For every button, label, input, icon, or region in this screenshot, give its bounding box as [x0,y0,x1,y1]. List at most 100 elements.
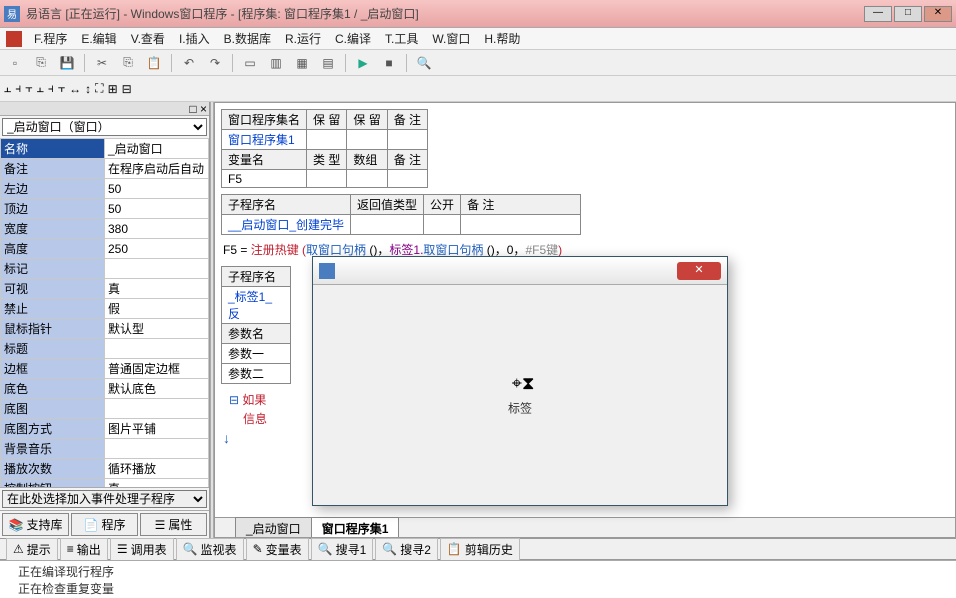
panel-close-icon[interactable]: □ × [189,102,207,116]
tab-hint[interactable]: ⚠ 提示 [6,538,58,561]
tab-search1[interactable]: 🔍 搜寻1 [311,538,374,561]
same-height-icon[interactable]: ↕ [85,82,91,96]
prop-value[interactable]: 50 [105,199,209,219]
save-icon[interactable]: 💾 [56,53,78,73]
tab-clip-history[interactable]: 📋 剪辑历史 [440,538,520,561]
tab-output[interactable]: ≡ 输出 [60,538,108,561]
prop-name[interactable]: 底图 [1,399,105,419]
prop-value[interactable]: 循环播放 [105,459,209,479]
prop-name[interactable]: 标题 [1,339,105,359]
menu-window[interactable]: W.窗口 [426,28,476,49]
prop-value[interactable]: 普通固定边框 [105,359,209,379]
prop-value[interactable]: 图片平铺 [105,419,209,439]
event-selector[interactable]: 在此处选择加入事件处理子程序 [2,490,207,508]
align-middle-icon[interactable]: ⫞ [48,81,54,96]
prop-name[interactable]: 背景音乐 [1,439,105,459]
prop-value[interactable]: 380 [105,219,209,239]
prop-value[interactable]: 假 [105,299,209,319]
prop-value[interactable]: 默认底色 [105,379,209,399]
copy-icon[interactable]: ⎘ [117,53,139,73]
running-window-titlebar[interactable]: ✕ [313,257,727,285]
prop-name[interactable]: 宽度 [1,219,105,239]
prop-name[interactable]: 播放次数 [1,459,105,479]
prop-value[interactable]: 在程序启动后自动 [105,159,209,179]
center-h-icon[interactable]: ⊞ [108,82,118,96]
center-v-icon[interactable]: ⊟ [122,82,132,96]
open-icon[interactable]: ⎘ [30,53,52,73]
prop-value[interactable]: 默认型 [105,319,209,339]
app-icon-small [6,31,22,47]
align-center-icon[interactable]: ⫞ [15,81,21,96]
tab-assembly1[interactable]: 窗口程序集1 [311,517,400,539]
layout3-icon[interactable]: ▦ [291,53,313,73]
running-window-close-button[interactable]: ✕ [677,262,721,280]
tab-calltable[interactable]: ☰ 调用表 [110,538,174,561]
menu-tools[interactable]: T.工具 [379,28,424,49]
same-width-icon[interactable]: ↔ [69,82,81,96]
menu-program[interactable]: F.程序 [28,28,73,49]
prop-name[interactable]: 底色 [1,379,105,399]
align-right-icon[interactable]: ⫟ [25,81,32,96]
tab-program[interactable]: 📄 程序 [71,513,138,536]
prop-name[interactable]: 可视 [1,279,105,299]
stop-icon[interactable]: ■ [378,53,400,73]
prop-name[interactable]: 顶边 [1,199,105,219]
prop-value[interactable]: 真 [105,479,209,488]
prop-name[interactable]: 备注 [1,159,105,179]
prop-name[interactable]: 禁止 [1,299,105,319]
tab-properties[interactable]: ☰ 属性 [140,513,207,536]
layout2-icon[interactable]: ▥ [265,53,287,73]
prop-name[interactable]: 名称 [1,139,105,159]
menu-database[interactable]: B.数据库 [218,28,277,49]
prop-value[interactable] [105,439,209,459]
prop-name[interactable]: 高度 [1,239,105,259]
prop-name[interactable]: 鼠标指针 [1,319,105,339]
tab-search2[interactable]: 🔍 搜寻2 [375,538,438,561]
toolbar-main: ▫ ⎘ 💾 ✂ ⎘ 📋 ↶ ↷ ▭ ▥ ▦ ▤ ▶ ■ 🔍 [0,50,956,76]
run-icon[interactable]: ▶ [352,53,374,73]
menu-compile[interactable]: C.编译 [329,28,377,49]
prop-name[interactable]: 左边 [1,179,105,199]
minimize-button[interactable]: — [864,6,892,22]
align-bottom-icon[interactable]: ⫟ [58,81,65,96]
running-window-icon [319,263,335,279]
running-window[interactable]: ✕ ⌖⧗ 标签 [312,256,728,506]
cut-icon[interactable]: ✂ [91,53,113,73]
prop-value[interactable] [105,339,209,359]
property-grid[interactable]: 名称_启动窗口备注在程序启动后自动左边50顶边50宽度380高度250标记可视真… [0,138,209,487]
align-top-icon[interactable]: ⫠ [37,81,44,96]
close-button[interactable]: ✕ [924,6,952,22]
prop-value[interactable] [105,259,209,279]
tab-vars[interactable]: ✎ 变量表 [246,538,309,561]
menu-view[interactable]: V.查看 [125,28,171,49]
prop-value[interactable]: 50 [105,179,209,199]
menu-run[interactable]: R.运行 [279,28,327,49]
new-icon[interactable]: ▫ [4,53,26,73]
prop-name[interactable]: 标记 [1,259,105,279]
prop-name[interactable]: 底图方式 [1,419,105,439]
object-selector[interactable]: _启动窗口（窗口） [2,118,207,136]
property-panel: □ × _启动窗口（窗口） 名称_启动窗口备注在程序启动后自动左边50顶边50宽… [0,102,210,538]
prop-value[interactable]: 250 [105,239,209,259]
menu-edit[interactable]: E.编辑 [75,28,122,49]
layout4-icon[interactable]: ▤ [317,53,339,73]
layout1-icon[interactable]: ▭ [239,53,261,73]
undo-icon[interactable]: ↶ [178,53,200,73]
prop-value[interactable]: 真 [105,279,209,299]
prop-name[interactable]: 边框 [1,359,105,379]
editor-tabs: _启动窗口 窗口程序集1 [215,517,955,537]
maximize-button[interactable]: □ [894,6,922,22]
redo-icon[interactable]: ↷ [204,53,226,73]
tab-support-lib[interactable]: 📚 支持库 [2,513,69,536]
find-icon[interactable]: 🔍 [413,53,435,73]
menu-help[interactable]: H.帮助 [478,28,526,49]
menu-insert[interactable]: I.插入 [173,28,216,49]
prop-value[interactable]: _启动窗口 [105,139,209,159]
align-left-icon[interactable]: ⫠ [4,81,11,96]
paste-icon[interactable]: 📋 [143,53,165,73]
prop-name[interactable]: 控制按钮 [1,479,105,488]
tab-startup-window[interactable]: _启动窗口 [235,517,312,539]
prop-value[interactable] [105,399,209,419]
tab-watch[interactable]: 🔍 监视表 [176,538,244,561]
same-size-icon[interactable]: ⛶ [95,81,103,96]
